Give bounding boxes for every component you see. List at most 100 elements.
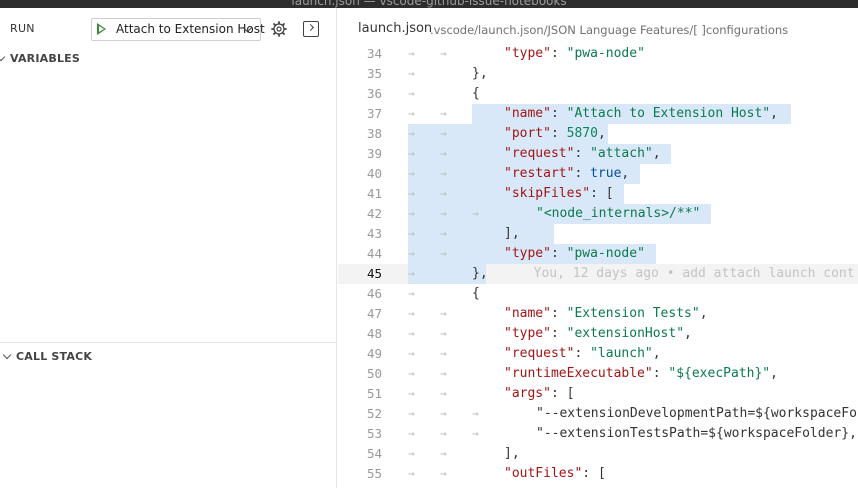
line-number: 54 — [366, 446, 382, 461]
code-text: "--extensionTestsPath=${workspaceFolder}… — [536, 426, 857, 441]
code-line[interactable]: 36 → { — [338, 84, 858, 104]
code-text: "request": "launch", — [504, 346, 661, 361]
code-line[interactable]: 47 → → "name": "Extension Tests", — [338, 304, 858, 324]
variables-label: VARIABLES — [10, 52, 80, 65]
debug-console-icon[interactable] — [303, 21, 319, 37]
code-text: { — [472, 286, 480, 301]
code-line[interactable]: 53 → → → "--extensionTestsPath=${workspaceFo… — [338, 424, 858, 444]
line-number: 47 — [366, 306, 382, 321]
whitespace-tab-arrow: → — [440, 187, 447, 200]
whitespace-tab-arrow: → — [408, 207, 415, 220]
whitespace-tab-arrow: → — [440, 247, 447, 260]
section-divider — [0, 342, 337, 343]
whitespace-tab-arrow: → — [408, 467, 415, 480]
code-line[interactable]: 52 → → → "--extensionDevelopmentPath=${works… — [338, 404, 858, 424]
line-number: 46 — [366, 286, 382, 301]
whitespace-tab-arrow: → — [440, 367, 447, 380]
code-text: }, — [472, 66, 488, 81]
code-line[interactable]: 46 → { — [338, 284, 858, 304]
whitespace-tab-arrow: → — [440, 327, 447, 340]
launch-config-select[interactable]: Attach to Extension Host — [91, 18, 265, 41]
code-line[interactable]: 42 → → → "<node_internals>/**" — [338, 204, 858, 224]
code-line[interactable]: 49 → → "request": "launch", — [338, 344, 858, 364]
code-line[interactable]: 39 → → "request": "attach", — [338, 144, 858, 164]
code-text: "<node_internals>/**" — [536, 206, 701, 221]
code-line[interactable]: 43 → →], — [338, 224, 858, 244]
whitespace-tab-arrow: → — [472, 407, 479, 420]
line-number: 40 — [366, 166, 382, 181]
whitespace-tab-arrow: → — [440, 407, 447, 420]
chevron-down-icon — [2, 350, 12, 360]
whitespace-tab-arrow: → — [408, 247, 415, 260]
start-debugging-icon[interactable] — [97, 23, 106, 35]
code-line[interactable]: 37 → → "name": "Attach to Extension Host", — [338, 104, 858, 124]
code-line[interactable]: 55 → → "outFiles": [ — [338, 464, 858, 484]
line-number: 44 — [366, 246, 382, 261]
whitespace-tab-arrow: → — [440, 467, 447, 480]
whitespace-tab-arrow: → — [440, 207, 447, 220]
line-number: 53 — [366, 426, 382, 441]
code-text: "type": "pwa-node" — [504, 246, 645, 261]
whitespace-tab-arrow: → — [440, 427, 447, 440]
whitespace-tab-arrow: → — [440, 347, 447, 360]
line-number: 48 — [366, 326, 382, 341]
line-number: 51 — [366, 386, 382, 401]
code-line[interactable]: 41 → → "skipFiles": [ — [338, 184, 858, 204]
code-line[interactable]: 48 → → "type": "extensionHost", — [338, 324, 858, 344]
code-line[interactable]: 34 → → "type": "pwa-node" — [338, 44, 858, 64]
run-label: RUN — [10, 22, 35, 35]
gear-icon[interactable] — [271, 21, 287, 37]
line-number: 36 — [366, 86, 382, 101]
code-text: "port": 5870, — [504, 126, 606, 141]
whitespace-tab-arrow: → — [472, 427, 479, 440]
code-text: ], — [504, 226, 520, 241]
whitespace-tab-arrow: → — [408, 327, 415, 340]
line-number: 55 — [366, 466, 382, 481]
code-text: "request": "attach", — [504, 146, 661, 161]
code-line[interactable]: 45 →}, You, 12 days ago • add attach launc… — [338, 264, 858, 284]
code-text: ], — [504, 446, 520, 461]
breadcrumb: launch.json .vscode/launch.json/JSON Lan… — [338, 8, 858, 46]
code-line[interactable]: 50 → → "runtimeExecutable": "${execPath}", — [338, 364, 858, 384]
editor: launch.json .vscode/launch.json/JSON Lan… — [338, 8, 858, 488]
code-line[interactable]: 54 → →], — [338, 444, 858, 464]
line-number: 34 — [366, 46, 382, 61]
whitespace-tab-arrow: → — [408, 307, 415, 320]
call-stack-section-header[interactable]: CALL STACK — [2, 350, 92, 363]
editor-tab-file[interactable]: launch.json — [358, 21, 432, 36]
code-line[interactable]: 35 →}, — [338, 64, 858, 84]
whitespace-tab-arrow: → — [472, 207, 479, 220]
whitespace-tab-arrow: → — [408, 387, 415, 400]
code-line[interactable]: 51 → → "args": [ — [338, 384, 858, 404]
line-number: 35 — [366, 66, 382, 81]
title-bar: launch.json — vscode-github-issue-notebo… — [0, 0, 858, 8]
git-blame-annotation: You, 12 days ago • add attach launch con… — [533, 266, 855, 281]
code-line[interactable]: 40 → → "restart": true, — [338, 164, 858, 184]
code-line[interactable]: 44 → → "type": "pwa-node" — [338, 244, 858, 264]
variables-section-header[interactable]: VARIABLES — [0, 52, 80, 65]
code-text: "name": "Attach to Extension Host", — [504, 106, 778, 121]
whitespace-tab-arrow: → — [440, 107, 447, 120]
whitespace-tab-arrow: → — [440, 227, 447, 240]
breadcrumb-path[interactable]: .vscode/launch.json/JSON Language Featur… — [430, 23, 788, 37]
code-text: "--extensionDevelopmentPath=${workspaceF… — [536, 406, 857, 421]
line-number: 52 — [366, 406, 382, 421]
whitespace-tab-arrow: → — [440, 147, 447, 160]
whitespace-tab-arrow: → — [440, 447, 447, 460]
whitespace-tab-arrow: → — [408, 127, 415, 140]
launch-config-name: Attach to Extension Host — [116, 22, 265, 36]
code-text: { — [472, 86, 480, 101]
whitespace-tab-arrow: → — [408, 447, 415, 460]
whitespace-tab-arrow: → — [408, 287, 415, 300]
line-number: 41 — [366, 186, 382, 201]
line-number: 49 — [366, 346, 382, 361]
whitespace-tab-arrow: → — [408, 227, 415, 240]
code-line[interactable]: 38 → → "port": 5870, — [338, 124, 858, 144]
whitespace-tab-arrow: → — [408, 87, 415, 100]
whitespace-tab-arrow: → — [408, 67, 415, 80]
run-toolbar: RUN Attach to Extension Host — [0, 8, 337, 50]
whitespace-tab-arrow: → — [408, 167, 415, 180]
whitespace-tab-arrow: → — [408, 427, 415, 440]
whitespace-tab-arrow: → — [440, 167, 447, 180]
whitespace-tab-arrow: → — [408, 267, 415, 280]
